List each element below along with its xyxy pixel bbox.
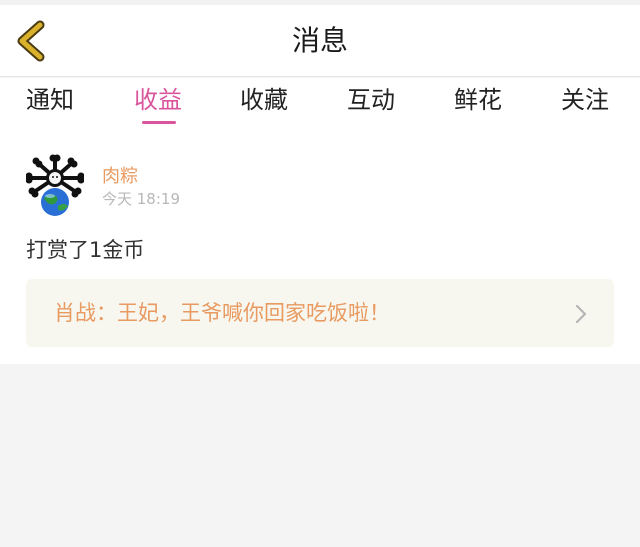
tab-label: 关注 xyxy=(561,86,609,114)
tab-following[interactable]: 关注 xyxy=(561,84,609,124)
message-list: 肉粽 今天 18:19 打赏了1金币 肖战：王妃，王爷喊你回家吃饭啦！ xyxy=(0,126,640,364)
tab-notifications[interactable]: 通知 xyxy=(26,84,74,124)
page-title: 消息 xyxy=(291,24,348,57)
linked-post-card[interactable]: 肖战：王妃，王爷喊你回家吃饭啦！ xyxy=(26,279,614,347)
tab-flowers[interactable]: 鲜花 xyxy=(454,84,502,124)
tab-earnings[interactable]: 收益 xyxy=(134,84,182,124)
active-tab-indicator xyxy=(142,121,176,124)
tab-bar: 通知 收益 收藏 互动 鲜花 关注 xyxy=(0,78,640,126)
tab-label: 收藏 xyxy=(240,86,288,114)
tab-label: 收益 xyxy=(134,86,182,114)
chevron-right-icon xyxy=(575,304,587,324)
chevron-left-icon xyxy=(17,20,45,62)
header: 消息 xyxy=(0,5,640,77)
tab-label: 互动 xyxy=(347,86,395,114)
message-text: 打赏了1金币 xyxy=(26,238,145,262)
linked-post-title: 肖战：王妃，王爷喊你回家吃饭啦！ xyxy=(54,301,390,325)
avatar-image xyxy=(25,154,85,216)
avatar[interactable] xyxy=(25,154,85,218)
tab-label: 通知 xyxy=(26,86,74,114)
back-button[interactable] xyxy=(14,19,54,63)
username[interactable]: 肉粽 xyxy=(102,162,138,188)
timestamp: 今天 18:19 xyxy=(102,190,180,208)
tab-favorites[interactable]: 收藏 xyxy=(240,84,288,124)
tab-label: 鲜花 xyxy=(454,86,502,114)
tab-interactions[interactable]: 互动 xyxy=(347,84,395,124)
